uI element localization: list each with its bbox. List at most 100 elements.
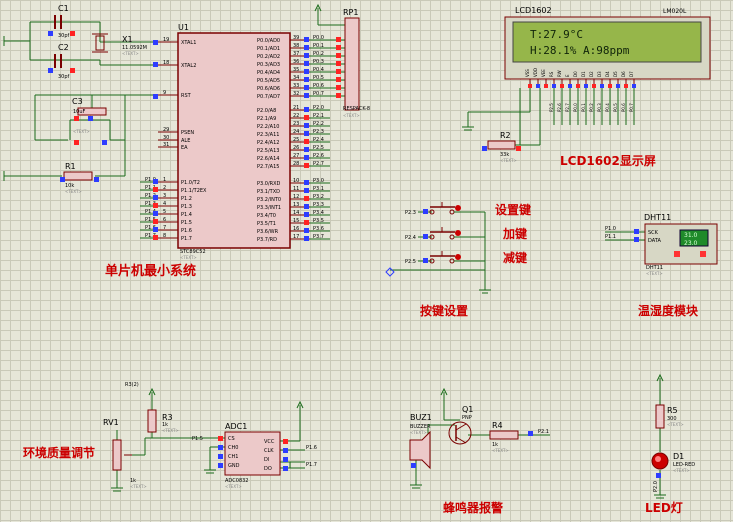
button-contact [449, 258, 455, 264]
u1-pin-name: P2.0/A8 [257, 108, 276, 114]
u1-pin-number: 26 [293, 145, 299, 151]
u1-pin-number: 37 [293, 51, 299, 57]
u1-pin-number: 23 [293, 121, 299, 127]
capacitor-c2[interactable]: C2 30pf [54, 43, 70, 80]
led-d1[interactable]: D1 LED-RED <TEXT> P2.0 [651, 452, 695, 492]
u1-pin-number: 1 [163, 177, 166, 183]
buzzer-pin-state [411, 463, 416, 468]
u1-pin-number: 15 [293, 218, 299, 224]
u1-net-label: P3.1 [313, 186, 324, 192]
u1-pin-name: XTAL2 [181, 63, 196, 69]
respack-rp1[interactable]: RP1 RESPACK-8 <TEXT> [343, 8, 370, 118]
lcd-pin-state [528, 84, 532, 88]
u1-pin-number: 6 [163, 217, 166, 223]
lcd-pin-name: VEE [541, 69, 546, 77]
schematic: C1 30pf C2 30pf X1 11.0592M <TEXT> C3 10… [3, 3, 718, 515]
buzzer-buz1[interactable]: BUZ1 BUZZER <TEXT> [409, 413, 432, 470]
mcu-u1[interactable]: U1 STC89C52 <TEXT> 19 XTAL118 XTAL29 RST29 P… [158, 23, 310, 260]
u1-pin-number: 24 [293, 129, 299, 135]
u1-pin-number: 21 [293, 105, 299, 111]
pin-state-r1 [60, 177, 65, 182]
u1-pin-number: 31 [163, 142, 169, 148]
u1-pin-state [153, 219, 158, 224]
lcd-net-labels: P2.5 P2.6 P2.7 P0.0 P0.1 P0.2 P0.3 P0.4 P0.5 P0.6… [549, 88, 635, 125]
u1-pin-name: P3.3/INT1 [257, 205, 281, 211]
button-state-indicator [455, 230, 461, 236]
rp1-pin-state [336, 37, 341, 42]
lcd-pin-state [608, 84, 612, 88]
dht11-pin-data: DATA [648, 238, 661, 244]
u1-pin-state [304, 107, 309, 112]
button-net-label: P2.4 [405, 235, 416, 241]
dht11-pin-state-1 [634, 229, 639, 234]
resistor-r2[interactable]: R2 33k <TEXT> [487, 131, 517, 163]
u1-pin-name: P3.5/T1 [257, 221, 276, 227]
resistor-r1[interactable]: R1 10k <TEXT> [63, 162, 93, 194]
pin-state-c3b [88, 116, 93, 121]
u1-pin-name: P0.6/AD6 [257, 86, 280, 92]
r1-ref: R1 [65, 162, 76, 171]
u1-pin-name: P0.1/AD1 [257, 46, 280, 52]
u1-net-label: P3.2 [313, 194, 324, 200]
lcd-pin-name: RW [557, 70, 562, 77]
rp1-pin-state [336, 93, 341, 98]
capacitor-c3[interactable]: C3 10uF <TEXT> [72, 97, 107, 134]
rp1-pin-state [336, 53, 341, 58]
resistor-r5[interactable]: R5 300 <TEXT> [655, 404, 684, 429]
pin-state-c2b [70, 68, 75, 73]
rp1-pin-state [336, 77, 341, 82]
d1-text: <TEXT> [673, 468, 690, 473]
u1-pin-state [304, 228, 309, 233]
transistor-q1[interactable]: Q1 PNP [448, 405, 473, 445]
dht11-net-2: P1.1 [605, 234, 616, 240]
u1-pin-name: P1.7 [181, 236, 192, 242]
lcd1602[interactable]: LCD1602 LM020L T:27.9°C H:28.1% A:98ppm … [504, 6, 711, 88]
rp1-pin-state [336, 61, 341, 66]
u1-pin-state [304, 93, 309, 98]
push-button[interactable]: P2.3 [405, 202, 465, 216]
u1-pin-number: 25 [293, 137, 299, 143]
lcd-pin-name: D1 [581, 71, 586, 77]
label-dht-section: 温湿度模块 [638, 303, 699, 318]
buz1-text: <TEXT> [410, 430, 427, 435]
sensor-dht11[interactable]: DHT11 SCK DATA 31.0 23.0 DHT11 <TEXT> [644, 213, 718, 276]
u1-pin-state [304, 77, 309, 82]
resistor-r4[interactable]: R4 1k <TEXT> P2.1 [489, 421, 549, 453]
u1-pin-name: P2.1/A9 [257, 116, 276, 122]
u1-pin-number: 8 [163, 233, 166, 239]
potentiometer-rv1[interactable]: RV1 1k <TEXT> [103, 418, 147, 489]
u1-pin-number: 17 [293, 234, 299, 240]
lcd-net-label: P2.5 [549, 103, 554, 112]
u1-pin-name: P2.4/A12 [257, 140, 279, 146]
rp1-part: RESPACK-8 [343, 106, 370, 112]
adc-adc1[interactable]: ADC1 ADC0832 <TEXT> CSCH0CH1GNDVCCCLKDID… [218, 422, 288, 489]
buz1-ref: BUZ1 [410, 413, 432, 422]
push-button[interactable]: P2.4 [405, 227, 465, 241]
pin-state-r1b [94, 177, 99, 182]
c2-value: 30pf [58, 74, 70, 80]
push-button[interactable]: P2.5 [405, 251, 465, 265]
u1-net-label: P2.3 [313, 129, 324, 135]
r4-text: <TEXT> [492, 448, 509, 453]
pin-state-swb [102, 140, 107, 145]
u1-pin-number: 10 [293, 178, 299, 184]
r4-net: P2.1 [538, 429, 549, 435]
button-contact [449, 209, 455, 215]
pin-state-c2 [48, 68, 53, 73]
label-minus-key: 减键 [503, 250, 527, 265]
u1-pin-number: 33 [293, 83, 299, 89]
lcd-pin-state [576, 84, 580, 88]
dht11-button-down[interactable] [674, 251, 680, 257]
u1-pin-state [304, 220, 309, 225]
adc-pin-state [283, 466, 288, 471]
lcd-part: LM020L [663, 8, 687, 15]
u1-pin-name: P0.3/AD3 [257, 62, 280, 68]
lcd-pin-name: VDD [533, 68, 538, 77]
x1-ref: X1 [122, 35, 133, 44]
u1-pin-name: P3.2/INT0 [257, 197, 281, 203]
dht11-button-up[interactable] [700, 251, 706, 257]
schematic-canvas[interactable]: C1 30pf C2 30pf X1 11.0592M <TEXT> C3 10… [0, 0, 733, 522]
rp1-text: <TEXT> [343, 113, 360, 118]
rp1-pin-state [336, 45, 341, 50]
u1-pin-name: P1.0/T2 [181, 180, 200, 186]
